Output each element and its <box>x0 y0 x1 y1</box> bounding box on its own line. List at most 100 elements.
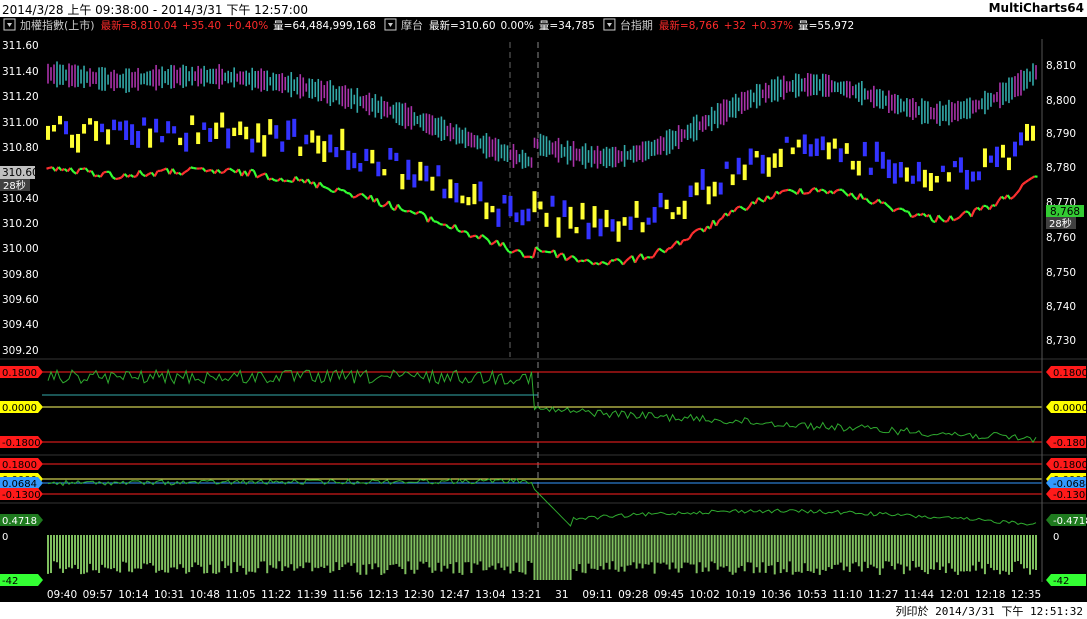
time-axis-tick: 10:36 <box>761 589 792 601</box>
futures-bar <box>172 126 177 134</box>
futures-bar <box>856 160 861 176</box>
time-axis-tick: 11:39 <box>297 589 327 601</box>
price-candle <box>118 176 122 180</box>
futures-bar <box>670 212 675 220</box>
futures-bar <box>280 141 285 152</box>
price-candle <box>511 249 516 254</box>
indicator-value-text: 0.4718 <box>2 516 37 527</box>
time-axis-tick: 10:31 <box>154 589 184 601</box>
futures-bar <box>598 218 603 237</box>
price-candle <box>911 215 915 218</box>
futures-bar <box>454 182 459 203</box>
futures-bar <box>556 217 561 238</box>
time-axis-tick: 11:05 <box>225 589 255 601</box>
time-axis-tick: 09:57 <box>83 589 113 601</box>
price-candle <box>133 175 137 178</box>
time-axis-tick: 11:27 <box>868 589 898 601</box>
futures-bar <box>784 136 789 143</box>
futures-bar <box>958 157 963 173</box>
price-candle <box>184 169 189 174</box>
price-candle <box>346 191 351 195</box>
futures-bar <box>88 118 93 125</box>
legend-value: 量=64,484,999,168 <box>273 20 376 32</box>
futures-bar <box>376 161 381 177</box>
futures-bar <box>910 175 915 184</box>
futures-bar <box>832 138 837 149</box>
futures-bar <box>652 206 657 223</box>
futures-bar <box>892 163 897 184</box>
price-candle <box>694 228 699 232</box>
futures-bar <box>922 169 927 188</box>
right-axis-tick: 8,780 <box>1046 162 1076 174</box>
time-axis-tick: 11:10 <box>832 589 862 601</box>
futures-bar <box>214 122 219 139</box>
futures-bar <box>70 134 75 148</box>
price-candle <box>490 241 495 246</box>
futures-bar <box>838 148 843 163</box>
indicator-value-text: -0.1800 <box>1053 438 1087 449</box>
futures-bar <box>1012 141 1017 157</box>
price-candle <box>871 201 876 205</box>
futures-bar <box>166 121 171 134</box>
futures-bar <box>514 212 519 223</box>
futures-bar <box>94 121 99 141</box>
futures-bar <box>112 119 117 131</box>
left-axis-tick: 311.40 <box>2 66 39 78</box>
futures-bar <box>286 120 291 140</box>
futures-bar <box>436 165 441 177</box>
price-candle <box>784 188 789 192</box>
futures-bar <box>508 195 513 217</box>
chart-area[interactable]: 311.60 311.40 311.20 311.00 310.80 310.40 310.… <box>0 17 1087 602</box>
price-candle <box>469 235 474 239</box>
futures-bar <box>154 118 159 133</box>
futures-bar <box>604 209 609 228</box>
price-candle <box>955 216 960 221</box>
futures-bar <box>862 141 867 157</box>
futures-bar <box>634 200 639 218</box>
futures-bar <box>460 195 465 204</box>
futures-bar <box>136 131 141 148</box>
futures-bar <box>646 217 651 225</box>
futures-bar <box>58 115 63 125</box>
time-axis-tick: 11:22 <box>261 589 291 601</box>
price-candle <box>379 204 384 208</box>
price-candle <box>250 168 254 172</box>
futures-bar <box>550 195 555 207</box>
price-candle <box>406 209 411 213</box>
price-candle <box>403 209 408 213</box>
time-axis-tick: 13:21 <box>511 589 541 601</box>
futures-bar <box>808 144 813 157</box>
left-axis-tick: 310.80 <box>2 142 39 154</box>
futures-bar <box>256 123 261 143</box>
app-name: MultiCharts64 <box>988 1 1084 15</box>
futures-bar <box>424 165 429 182</box>
time-axis-tick: 12:47 <box>440 589 470 601</box>
futures-bar <box>466 197 471 206</box>
time-axis-tick: 11:44 <box>904 589 935 601</box>
price-candle <box>1030 175 1036 180</box>
futures-bar <box>100 123 105 133</box>
left-axis-tick: 309.40 <box>2 319 39 331</box>
futures-bar <box>754 151 759 158</box>
price-candle <box>256 174 261 179</box>
time-axis-tick: 09:45 <box>654 589 684 601</box>
indicator-value-text: -0.1300 <box>1053 490 1087 501</box>
price-candle <box>538 248 543 253</box>
futures-bar <box>316 135 321 154</box>
indicator-value-text: -0.1300 <box>2 490 41 501</box>
left-axis-tick: 310.20 <box>2 218 39 230</box>
price-candle <box>463 230 468 234</box>
price-candle <box>782 189 786 193</box>
futures-bar <box>994 146 999 168</box>
chart-canvas[interactable]: 311.60311.40311.20311.00310.80310.40310.… <box>0 17 1087 602</box>
indicator-value-text: -42 <box>1053 576 1069 587</box>
futures-bar <box>592 206 597 228</box>
futures-bar <box>826 142 831 160</box>
time-axis-tick: 10:02 <box>690 589 720 601</box>
left-axis-tick: 310.40 <box>2 193 39 205</box>
futures-bar <box>568 206 573 229</box>
time-axis-tick: 10:14 <box>118 589 149 601</box>
futures-bar <box>76 133 81 153</box>
indicator-value-text: 0.0000 <box>2 403 37 414</box>
futures-bar <box>472 183 477 205</box>
